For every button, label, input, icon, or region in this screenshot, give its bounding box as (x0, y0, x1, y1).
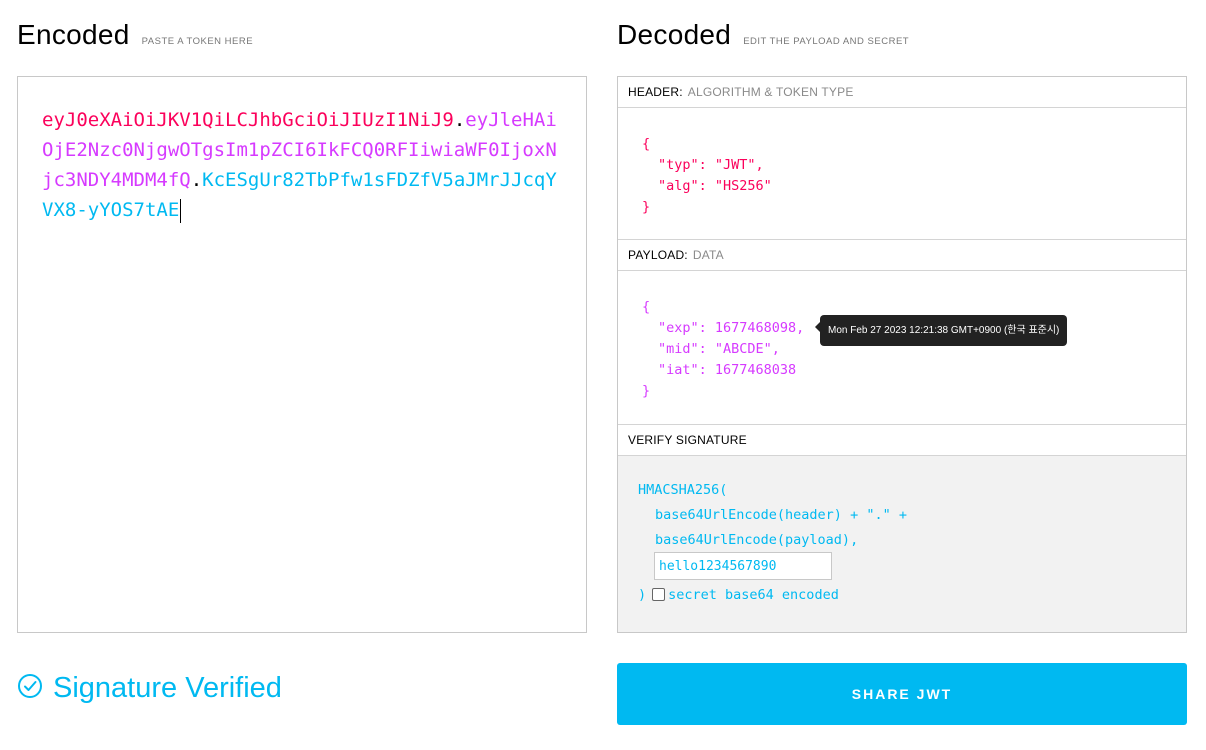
close-paren: ) (638, 587, 647, 603)
encoded-title: Encoded (17, 19, 130, 50)
json-line: "typ": "JWT", (658, 157, 764, 173)
header-panel-title: HEADER: ALGORITHM & TOKEN TYPE (618, 77, 1186, 108)
hmac-line: HMACSHA256( (638, 482, 728, 498)
encoded-token-text[interactable]: eyJ0eXAiOiJKV1QiLCJhbGciOiJIUzI1NiJ9.eyJ… (18, 77, 586, 253)
check-circle-icon (17, 673, 43, 704)
decoded-title: Decoded (617, 19, 732, 50)
secret-input[interactable]: hello1234567890 (654, 552, 832, 580)
hmac-header-line: base64UrlEncode(header) + "." + (655, 507, 907, 523)
decoded-subtitle: EDIT THE PAYLOAD AND SECRET (743, 35, 910, 47)
token-header-part: eyJ0eXAiOiJKV1QiLCJhbGciOiJIUzI1NiJ9 (42, 109, 454, 131)
encoded-token-textarea[interactable]: eyJ0eXAiOiJKV1QiLCJhbGciOiJIUzI1NiJ9.eyJ… (17, 76, 587, 633)
json-line: } (642, 199, 651, 215)
encoded-subtitle: PASTE A TOKEN HERE (141, 35, 254, 47)
decoded-heading: Decoded EDIT THE PAYLOAD AND SECRET (617, 0, 1187, 76)
base64-checkbox-label[interactable]: secret base64 encoded (668, 587, 839, 603)
exp-date-tooltip: Mon Feb 27 2023 12:21:38 GMT+0900 (한국 표준… (814, 315, 1068, 346)
payload-json-editor[interactable]: { "exp": 1677468098, "mid": "ABCDE", "ia… (618, 271, 1186, 425)
payload-panel-title: PAYLOAD: DATA (618, 240, 1186, 271)
json-line: { (642, 136, 651, 152)
header-panel-label: HEADER: (628, 85, 683, 99)
token-dot: . (453, 109, 466, 131)
verify-panel-label: VERIFY SIGNATURE (628, 433, 747, 447)
encoded-section: Encoded PASTE A TOKEN HERE eyJ0eXAiOiJKV… (17, 0, 587, 633)
header-panel-sublabel: ALGORITHM & TOKEN TYPE (687, 85, 854, 99)
decoded-panels: HEADER: ALGORITHM & TOKEN TYPE { "typ": … (617, 76, 1187, 633)
json-line: } (642, 383, 651, 399)
payload-panel-sublabel: DATA (692, 248, 724, 262)
verify-panel-title: VERIFY SIGNATURE (618, 425, 1186, 456)
encoded-heading: Encoded PASTE A TOKEN HERE (17, 0, 587, 76)
signature-status-text: Signature Verified (53, 672, 282, 704)
payload-panel-label: PAYLOAD: (628, 248, 688, 262)
header-json-editor[interactable]: { "typ": "JWT", "alg": "HS256" } (618, 108, 1186, 240)
text-caret (180, 198, 182, 223)
verify-signature-body: HMACSHA256( base64UrlEncode(header) + ".… (618, 456, 1186, 632)
hmac-close-line: ) secret base64 encoded (638, 585, 1186, 606)
signature-status: Signature Verified (17, 672, 282, 705)
hmac-payload-line: base64UrlEncode(payload), (655, 532, 859, 548)
token-dot: . (190, 169, 203, 191)
json-line: "alg": "HS256" (658, 178, 772, 194)
share-jwt-button[interactable]: SHARE JWT (617, 663, 1187, 725)
json-line: "iat": 1677468038 (658, 362, 797, 378)
decoded-section: Decoded EDIT THE PAYLOAD AND SECRET HEAD… (617, 0, 1187, 633)
base64-checkbox[interactable] (652, 587, 666, 601)
